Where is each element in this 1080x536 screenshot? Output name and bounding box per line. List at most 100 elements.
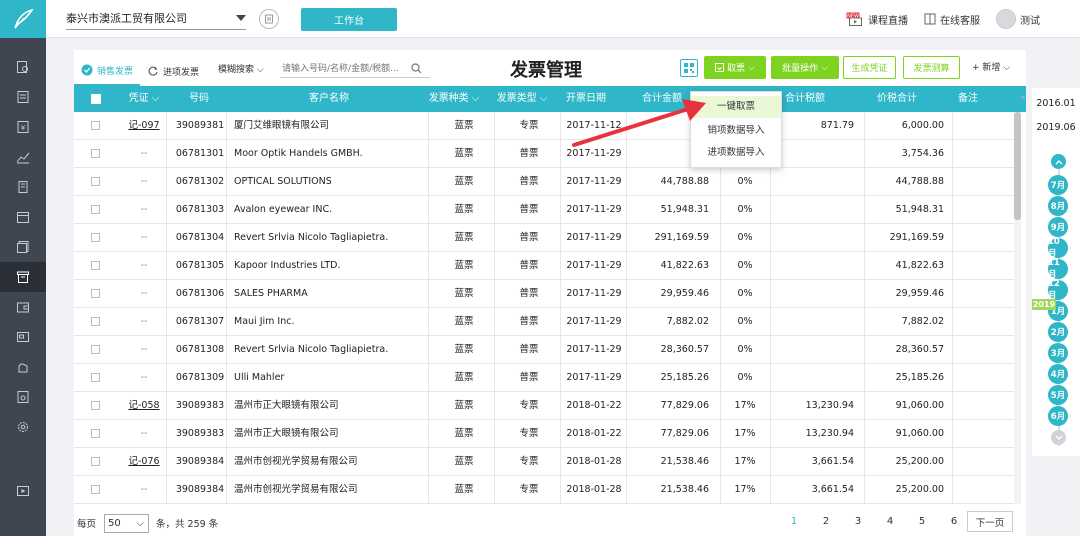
tab-sales-invoice[interactable]: 销售发票 [74, 56, 141, 86]
row-checkbox[interactable] [91, 373, 100, 382]
table-row[interactable]: 记-058 39089383 温州市正大眼镜有限公司 蓝票 专票 2018-01-22 77… [74, 392, 1014, 420]
row-checkbox[interactable] [91, 233, 100, 242]
qr-code-button[interactable] [680, 59, 698, 77]
page-number-5[interactable]: 5 [906, 516, 938, 527]
search-input[interactable] [280, 60, 430, 78]
cell-kind: 蓝票 [454, 428, 474, 439]
sidebar-item-cards[interactable] [0, 322, 46, 352]
row-checkbox[interactable] [91, 121, 100, 130]
table-row[interactable]: 记-076 39089384 温州市创视光学贸易有限公司 蓝票 专票 2018-01-28… [74, 448, 1014, 476]
row-checkbox[interactable] [91, 345, 100, 354]
timeline-month[interactable]: 8月 [1048, 196, 1068, 216]
row-checkbox[interactable] [91, 149, 100, 158]
timeline-month[interactable]: 10月 [1048, 237, 1068, 259]
table-row[interactable]: -- 06781309 Ulli Mahler 蓝票 普票 2017-11-29 25,18… [74, 364, 1014, 392]
company-selector[interactable]: 泰兴市澳派工贸有限公司 [66, 8, 246, 30]
row-checkbox[interactable] [91, 401, 100, 410]
sidebar-item-wallet[interactable] [0, 292, 46, 322]
table-row[interactable]: -- 06781305 Kapoor Industries LTD. 蓝票 普票 2017… [74, 252, 1014, 280]
invoice-calc-button[interactable]: 发票测算 [903, 56, 960, 79]
online-support-link[interactable]: 在线客服 [924, 12, 980, 27]
table-row[interactable]: -- 06781303 Avalon eyewear INC. 蓝票 普票 2017-11… [74, 196, 1014, 224]
timeline-month[interactable]: 12月 [1048, 279, 1068, 301]
col-voucher[interactable]: 凭证 ⌵ [120, 86, 168, 112]
timeline-month[interactable]: 5月 [1048, 385, 1068, 405]
page-number-6[interactable]: 6 [938, 516, 970, 527]
table-row[interactable]: -- 39089384 温州市创视光学贸易有限公司 蓝票 专票 2018-01-28 21,… [74, 476, 1014, 504]
fetch-invoice-button[interactable]: 取票 ⌵ [704, 56, 766, 79]
next-page-button[interactable]: 下一页 [967, 511, 1013, 532]
timeline-end-date[interactable]: 2019.06 [1032, 122, 1080, 133]
cell-type: 专票 [519, 428, 539, 439]
search-mode-select[interactable]: 模糊搜索 ⌵ [218, 62, 264, 75]
col-invoice-kind[interactable]: 发票种类 ⌵ [424, 86, 484, 112]
sidebar-item-assets[interactable] [0, 172, 46, 202]
column-divider [494, 224, 495, 252]
page-number-2[interactable]: 2 [810, 516, 842, 527]
table-row[interactable]: -- 06781302 OPTICAL SOLUTIONS 蓝票 普票 2017-11-2… [74, 168, 1014, 196]
sidebar-item-search[interactable] [0, 52, 46, 82]
page-number-3[interactable]: 3 [842, 516, 874, 527]
sidebar-item-staff[interactable] [0, 352, 46, 382]
cell-type: 普票 [519, 344, 539, 355]
row-checkbox[interactable] [91, 205, 100, 214]
table-row[interactable]: -- 39089383 温州市正大眼镜有限公司 蓝票 专票 2018-01-22 77,82… [74, 420, 1014, 448]
add-button[interactable]: + 新增 ⌵ [972, 60, 1010, 73]
table-row[interactable]: -- 06781308 Revert Srlvia Nicolo Tagliapie… [74, 336, 1014, 364]
table-row[interactable]: -- 06781307 Maui Jim Inc. 蓝票 普票 2017-11-29 7,8… [74, 308, 1014, 336]
timeline-month[interactable]: 7月 [1048, 175, 1068, 195]
row-checkbox[interactable] [91, 457, 100, 466]
sidebar-item-ledger[interactable] [0, 82, 46, 112]
timeline-up-button[interactable] [1051, 154, 1066, 169]
sidebar-item-video[interactable] [0, 476, 46, 506]
notes-button[interactable] [259, 9, 279, 29]
table-row[interactable]: -- 06781306 SALES PHARMA 蓝票 普票 2017-11-29 29,9… [74, 280, 1014, 308]
generate-voucher-button[interactable]: 生成凭证 [843, 56, 896, 79]
user-menu[interactable]: 测试 [996, 9, 1040, 29]
sidebar-item-reports[interactable] [0, 142, 46, 172]
workbench-button[interactable]: 工作台 [301, 8, 397, 31]
column-divider [494, 112, 495, 140]
table-row[interactable]: -- 06781301 Moor Optik Handels GMBH. 蓝票 普票 20… [74, 140, 1014, 168]
row-checkbox[interactable] [91, 289, 100, 298]
sidebar-item-vouchers[interactable] [0, 382, 46, 412]
cell-voucher[interactable]: 记-076 [120, 448, 168, 476]
timeline-down-button[interactable] [1051, 430, 1066, 445]
select-all-checkbox[interactable] [91, 94, 101, 104]
timeline-start-date[interactable]: 2016.01 [1032, 98, 1080, 109]
timeline-month[interactable]: 2月 [1048, 322, 1068, 342]
timeline-month[interactable]: 9月 [1048, 217, 1068, 237]
timeline-month[interactable]: 11月 [1048, 258, 1068, 280]
cell-voucher[interactable]: 记-058 [120, 392, 168, 420]
table-row[interactable]: -- 06781304 Revert Srlvia Nicolo Tagliapie… [74, 224, 1014, 252]
table-scrollbar[interactable] [1014, 112, 1021, 504]
page-size-select[interactable]: 50 ⌵ [104, 514, 149, 533]
scrollbar-thumb[interactable] [1014, 112, 1021, 220]
cell-tax [774, 140, 860, 168]
row-checkbox[interactable] [91, 485, 100, 494]
sidebar-item-finance[interactable]: ¥ [0, 112, 46, 142]
sidebar-item-invoices[interactable] [0, 262, 46, 292]
row-checkbox[interactable] [91, 317, 100, 326]
sidebar-item-settings[interactable] [0, 412, 46, 442]
sidebar-item-tax[interactable] [0, 202, 46, 232]
batch-operation-button[interactable]: 批量操作 ⌵ [771, 56, 839, 79]
row-checkbox[interactable] [91, 429, 100, 438]
sidebar-item-documents[interactable] [0, 232, 46, 262]
chevron-down-icon: ⌵ [1000, 63, 1011, 73]
timeline-month[interactable]: 3月 [1048, 343, 1068, 363]
collapse-panel-icon[interactable]: » [1020, 93, 1026, 103]
row-checkbox[interactable] [91, 261, 100, 270]
col-invoice-type[interactable]: 发票类型 ⌵ [490, 86, 554, 112]
timeline-month[interactable]: 6月 [1048, 406, 1068, 426]
row-checkbox[interactable] [91, 177, 100, 186]
search-icon[interactable] [411, 63, 422, 74]
page-number-4[interactable]: 4 [874, 516, 906, 527]
cell-voucher[interactable]: 记-097 [120, 112, 168, 140]
timeline-month[interactable]: 4月 [1048, 364, 1068, 384]
page-number-1[interactable]: 1 [778, 516, 810, 527]
app-logo[interactable] [0, 0, 46, 38]
table-row[interactable]: 记-09739089381厦门艾维眼镜有限公司蓝票专票2017-11-125,1… [74, 112, 1014, 140]
live-course-link[interactable]: NEW 课程直播 [846, 12, 908, 27]
tab-purchase-invoice[interactable]: 进项发票 [140, 56, 206, 86]
